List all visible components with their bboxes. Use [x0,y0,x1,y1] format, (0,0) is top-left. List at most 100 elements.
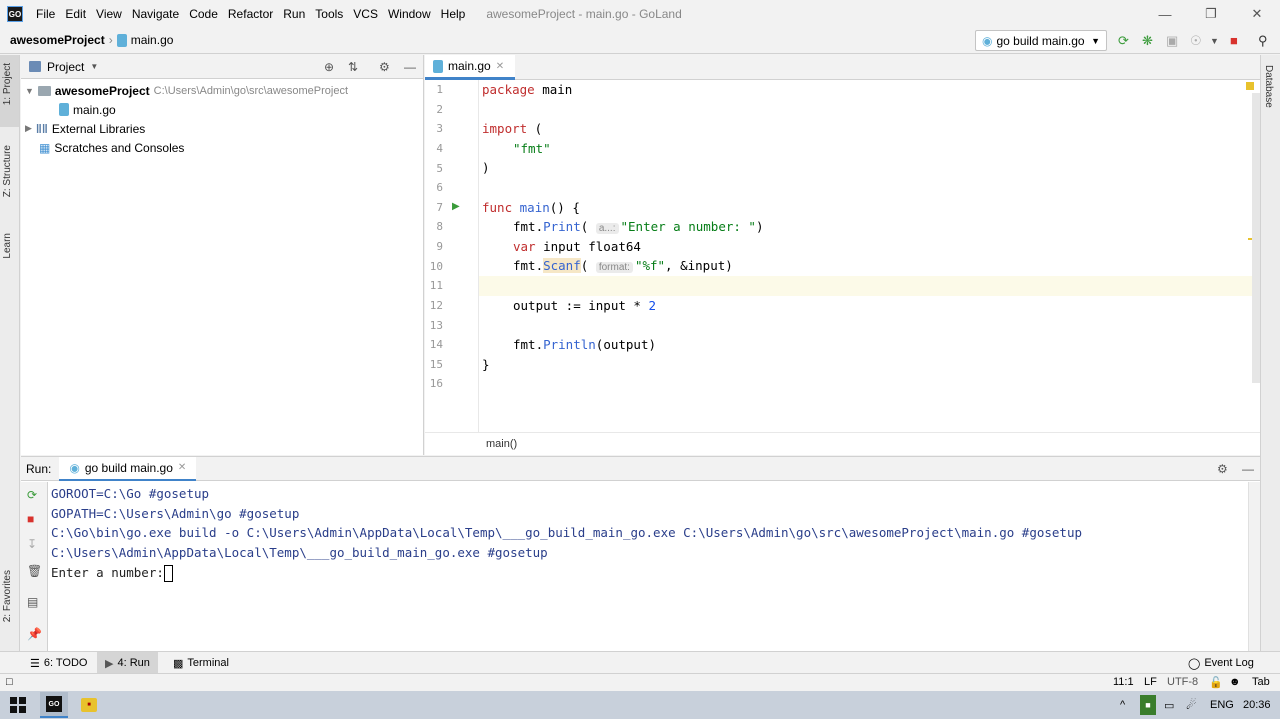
code-line-9: var input float64 [513,237,641,257]
scroll-to-end-icon[interactable]: ↧ [27,537,37,551]
close-icon[interactable]: ✕ [1234,0,1280,28]
nvidia-tray-icon[interactable]: ■ [1140,695,1156,715]
tool-window-toggle-icon[interactable]: □ [6,676,13,688]
editor-scrollbar[interactable] [1252,93,1260,383]
hide-panel-icon[interactable]: — [404,60,416,74]
tab-event-log[interactable]: ◯ Event Log [1180,652,1262,674]
menu-code[interactable]: Code [184,7,223,21]
code-line-4: "fmt" [513,139,551,159]
tree-item-external-libraries[interactable]: ▶ ‖‖ External Libraries [25,119,145,138]
menu-vcs[interactable]: VCS [348,7,383,21]
project-panel-title[interactable]: Project [47,60,84,74]
run-config-select[interactable]: ◉ go build main.go ▼ [975,30,1107,51]
run-label: Run: [26,461,52,476]
menu-refactor[interactable]: Refactor [223,7,278,21]
run-config-icon: ◉ [982,33,993,48]
tree-item-root[interactable]: ▼ awesomeProject C:\Users\Admin\go\src\a… [25,81,348,100]
tab-main-go[interactable]: main.go ✕ [425,55,515,80]
menu-help[interactable]: Help [436,7,471,21]
project-tool-tab[interactable]: 1: Project [2,63,13,105]
tree-item-scratches[interactable]: ▦ Scratches and Consoles [39,138,184,157]
tab-run-label: 4: Run [117,657,150,669]
profile-icon[interactable]: ☉ [1190,33,1202,49]
console-line: GOPATH=C:\Users\Admin\go #gosetup [51,505,300,521]
chevron-down-icon[interactable]: ▼ [90,62,98,71]
menu-run[interactable]: Run [278,7,310,21]
breadcrumb-file[interactable]: main.go [131,33,174,47]
rerun-icon[interactable]: ⟳ [1118,33,1129,49]
code-line-7: func main() { [482,198,580,218]
debug-icon[interactable]: ❋ [1142,33,1153,49]
structure-tool-tab[interactable]: Z: Structure [2,145,13,197]
maximize-icon[interactable]: ❐ [1188,0,1234,28]
run-gutter-icon[interactable]: ▶ [452,201,460,212]
inspector-icon[interactable]: ☻ [1229,676,1241,688]
rerun-icon[interactable]: ⟳ [27,488,37,502]
menu-edit[interactable]: Edit [60,7,91,21]
gear-icon[interactable]: ⚙ [379,60,390,74]
tab-terminal[interactable]: ▩ Terminal [165,652,237,674]
tree-root-label: awesomeProject [54,83,150,98]
collapse-icon[interactable]: ⇅ [348,60,358,74]
trash-icon[interactable]: 🗑 [27,564,42,578]
search-icon[interactable]: ⚲ [1258,33,1268,49]
windows-start-icon[interactable] [8,695,28,715]
inspection-status-icon[interactable] [1246,82,1254,90]
profile-dropdown-icon[interactable]: ▼ [1210,36,1219,46]
favorites-tool-tab[interactable]: 2: Favorites [2,570,13,622]
stop-icon[interactable]: ■ [1230,33,1238,48]
library-icon: ‖‖ [35,121,48,136]
menu-navigate[interactable]: Navigate [127,7,184,21]
battery-icon[interactable]: ▭ [1164,695,1174,715]
line-number: 8 [436,220,443,233]
minimize-icon[interactable]: — [1142,0,1188,28]
console-scrollbar[interactable] [1248,482,1260,652]
menu-view[interactable]: View [91,7,127,21]
console-line: C:\Go\bin\go.exe build -o C:\Users\Admin… [51,525,1083,541]
language-indicator[interactable]: ENG [1210,695,1234,715]
indent-setting[interactable]: Tab [1252,676,1270,688]
function-name: main [519,200,550,215]
close-tab-icon[interactable]: ✕ [496,61,504,72]
layout-icon[interactable]: ▤ [27,595,38,609]
run-panel: Run: ◉ go build main.go ✕ ⚙ — ⟳ ■ ↧ 🗑 ▤ … [21,456,1260,652]
console-cursor[interactable] [163,564,173,582]
go-file-icon [433,59,443,73]
console-output[interactable]: GOROOT=C:\Go #gosetup GOPATH=C:\Users\Ad… [51,484,1082,582]
stop-icon[interactable]: ■ [27,512,34,526]
learn-tool-tab[interactable]: Learn [2,233,13,259]
editor-tab-bar: main.go ✕ [425,55,1260,80]
menu-tools[interactable]: Tools [310,7,348,21]
go-file-icon [59,103,69,116]
code-area[interactable]: package main import ( "fmt" ) func main(… [482,80,1252,432]
gear-icon[interactable]: ⚙ [1217,462,1228,476]
line-separator[interactable]: LF [1144,676,1157,688]
clock[interactable]: 20:36 [1243,695,1271,715]
coverage-icon[interactable]: ▣ [1166,33,1178,49]
navigation-bar: awesomeProject › main.go ◉ go build main… [0,28,1280,54]
chevron-right-icon: ▶ [25,123,32,133]
goland-taskbar-icon[interactable]: GO [40,692,68,718]
tray-expand-icon[interactable]: ^ [1120,695,1125,715]
database-tool-tab[interactable]: Database [1263,65,1274,108]
editor-breadcrumb[interactable]: main() [425,432,1260,455]
tree-item-main-go[interactable]: main.go [59,100,116,119]
close-tab-icon[interactable]: ✕ [178,462,186,473]
pin-icon[interactable]: 📌 [27,627,42,641]
editor-panel: main.go ✕ 1 2 3 4 5 6 7 8 9 10 11 12 13 … [425,55,1260,455]
tab-run[interactable]: ▶ 4: Run [97,652,158,674]
locate-icon[interactable]: ⊕ [324,60,334,74]
hide-panel-icon[interactable]: — [1242,462,1254,476]
pdf-app-icon[interactable]: ■ [80,695,98,715]
network-icon[interactable]: ☄ [1186,695,1197,715]
menu-window[interactable]: Window [383,7,436,21]
run-tab[interactable]: ◉ go build main.go ✕ [59,456,197,481]
code-line-12: output := input * 2 [513,296,656,316]
caret-position[interactable]: 11:1 [1113,676,1134,688]
lock-icon[interactable]: 🔓 [1209,676,1223,689]
breadcrumb-project[interactable]: awesomeProject [10,33,105,47]
code-text: (output) [595,337,657,352]
file-encoding[interactable]: UTF-8 [1167,676,1198,688]
menu-file[interactable]: File [31,7,60,21]
tab-todo[interactable]: ☰ 6: TODO [22,652,95,674]
